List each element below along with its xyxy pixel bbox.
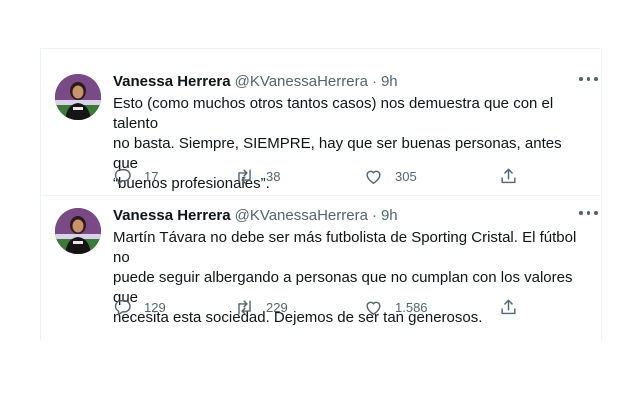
tweet[interactable]: Vanessa Herrera @KVanessaHerrera · 9h Es…	[41, 62, 600, 195]
heart-icon	[366, 170, 381, 184]
share-icon	[501, 299, 516, 314]
share-button[interactable]	[499, 297, 518, 317]
reply-button[interactable]: 17	[113, 166, 158, 186]
author-name[interactable]: Vanessa Herrera	[113, 206, 231, 226]
tweet-actions: 17 38 305	[113, 166, 533, 186]
author-handle[interactable]: @KVanessaHerrera	[235, 206, 368, 226]
separator-dot: ·	[371, 207, 377, 224]
avatar[interactable]	[55, 208, 101, 254]
like-button[interactable]: 305	[364, 166, 417, 186]
tweet-header: Vanessa Herrera @KVanessaHerrera · 9h	[113, 206, 590, 226]
retweet-button[interactable]: 38	[235, 166, 280, 186]
avatar[interactable]	[55, 74, 101, 120]
more-icon[interactable]	[578, 206, 600, 220]
retweet-icon	[238, 299, 251, 315]
tweet-header: Vanessa Herrera @KVanessaHerrera · 9h	[113, 72, 590, 92]
retweet-button[interactable]: 229	[235, 297, 288, 317]
timeline-top-border	[40, 48, 600, 49]
tweet[interactable]: Vanessa Herrera @KVanessaHerrera · 9h Ma…	[41, 196, 600, 340]
retweet-count: 229	[266, 299, 288, 315]
share-button[interactable]	[499, 166, 518, 186]
reply-icon	[114, 168, 131, 184]
retweet-icon	[238, 168, 251, 184]
reply-count: 17	[144, 168, 159, 184]
reply-count: 129	[144, 299, 166, 315]
tweet-time[interactable]: 9h	[381, 206, 398, 226]
tweet-actions: 129 229 1.586	[113, 297, 533, 317]
tweet-time[interactable]: 9h	[381, 72, 398, 92]
more-icon[interactable]	[578, 72, 600, 86]
share-icon	[501, 168, 516, 183]
like-count: 305	[395, 168, 417, 184]
reply-button[interactable]: 129	[113, 297, 166, 317]
like-button[interactable]: 1.586	[364, 297, 428, 317]
retweet-count: 38	[266, 168, 281, 184]
author-handle[interactable]: @KVanessaHerrera	[235, 72, 368, 92]
like-count: 1.586	[395, 299, 428, 315]
separator-dot: ·	[371, 73, 377, 90]
reply-icon	[114, 299, 131, 315]
heart-icon	[366, 301, 381, 315]
author-name[interactable]: Vanessa Herrera	[113, 72, 231, 92]
